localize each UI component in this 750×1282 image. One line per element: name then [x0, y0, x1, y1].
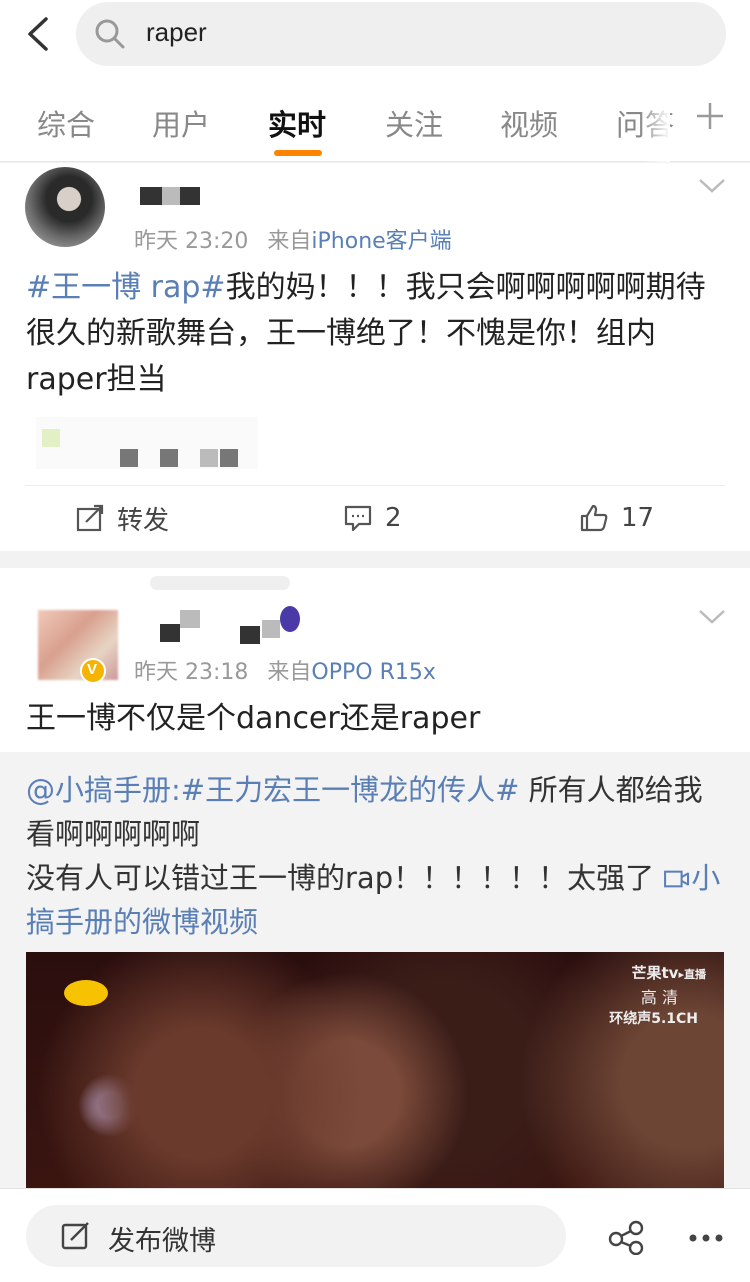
tab-video[interactable]: 视频: [500, 102, 558, 144]
compose-button[interactable]: 发布微博: [26, 1205, 566, 1267]
active-tab-indicator: [274, 150, 322, 156]
blurred-comment: [36, 417, 258, 469]
tab-following[interactable]: 关注: [385, 102, 443, 144]
repost-button[interactable]: 转发: [75, 500, 169, 536]
post-text: 王一博不仅是个dancer还是raper: [26, 701, 481, 736]
tab-realtime[interactable]: 实时: [268, 102, 326, 144]
video-player[interactable]: 芒果tv▸直播 高 清 环绕声5.1CH: [26, 952, 724, 1188]
avatar[interactable]: [25, 167, 105, 247]
from-label: 来自: [267, 229, 312, 254]
repost-label: 转发: [117, 505, 170, 536]
like-button[interactable]: 17: [579, 500, 654, 536]
watermark-brand-text: 芒果tv: [631, 964, 679, 982]
watermark-audio: 环绕声5.1CH: [609, 1011, 698, 1027]
share-icon[interactable]: [608, 1219, 644, 1255]
plus-icon[interactable]: [694, 100, 726, 132]
channel-logo-icon: [64, 980, 108, 1006]
more-icon[interactable]: [688, 1233, 724, 1243]
video-icon: [664, 870, 690, 888]
chevron-down-icon[interactable]: [698, 608, 726, 626]
thumbs-up-icon: [580, 504, 608, 532]
username-mask: [240, 626, 260, 644]
compose-label: 发布微博: [108, 1226, 216, 1257]
repost-icon: [76, 504, 104, 532]
hashtag-link[interactable]: #王力宏王一博龙的传人#: [181, 773, 520, 807]
watermark-brand: 芒果tv▸直播: [586, 962, 706, 983]
verified-badge-icon: [80, 658, 106, 684]
username-mask: [140, 187, 162, 205]
search-icon: [95, 19, 125, 49]
post-time: 昨天 23:20: [134, 229, 249, 254]
from-label: 来自: [267, 660, 312, 685]
watermark-live: ▸直播: [678, 968, 706, 981]
bottom-bar: 发布微博: [0, 1188, 750, 1282]
post-card[interactable]: 昨天 23:18 来自OPPO R15x 王一博不仅是个dancer还是rape…: [0, 568, 750, 1188]
mask-pixel: [160, 449, 178, 467]
post-actions: 转发 2 17: [25, 485, 725, 551]
filter-tabs: 综合 用户 实时 关注 视频 问答: [0, 78, 750, 162]
mask-pixel: [220, 449, 238, 467]
post-meta: 昨天 23:20 来自iPhone客户端: [134, 223, 452, 255]
chevron-down-icon[interactable]: [698, 177, 726, 195]
back-arrow-icon[interactable]: [22, 16, 58, 52]
mention-colon: :: [171, 773, 181, 807]
post-source[interactable]: OPPO R15x: [311, 660, 435, 685]
username-mask: [160, 624, 180, 642]
mask-pixel: [42, 429, 60, 447]
tab-comprehensive[interactable]: 综合: [37, 102, 95, 144]
search-query: raper: [146, 17, 207, 47]
watermark-quality: 高 清: [640, 988, 678, 1007]
username-mask: [262, 620, 280, 638]
avatar[interactable]: [38, 610, 118, 680]
blurred-header: [150, 576, 290, 590]
tab-users[interactable]: 用户: [152, 102, 210, 144]
post-card[interactable]: 昨天 23:20 来自iPhone客户端 #王一博 rap#我的妈！！！我只会啊…: [0, 163, 750, 551]
mask-pixel: [200, 449, 218, 467]
tab-fade: [640, 78, 670, 162]
post-source[interactable]: iPhone客户端: [311, 229, 451, 254]
edit-icon: [61, 1222, 89, 1250]
username-mask: [180, 610, 200, 628]
mention-link[interactable]: @小搞手册: [26, 773, 171, 807]
post-text: #王一博 rap#我的妈！！！我只会啊啊啊啊啊期待很久的新歌舞台，王一博绝了！不…: [26, 265, 726, 403]
post-time: 昨天 23:18: [134, 660, 249, 685]
repost-block[interactable]: @小搞手册:#王力宏王一博龙的传人# 所有人都给我看啊啊啊啊啊 没有人可以错过王…: [0, 752, 750, 1188]
username-mask: [180, 187, 200, 205]
comment-button[interactable]: 2: [343, 500, 402, 536]
hashtag-link[interactable]: #王一博 rap#: [26, 270, 226, 305]
search-input[interactable]: raper: [76, 2, 726, 66]
username-mask: [162, 187, 180, 205]
repost-text: @小搞手册:#王力宏王一博龙的传人# 所有人都给我看啊啊啊啊啊 没有人可以错过王…: [26, 768, 726, 944]
comment-count: 2: [385, 503, 402, 533]
post-meta: 昨天 23:18 来自OPPO R15x: [134, 654, 436, 686]
mask-pixel: [120, 449, 138, 467]
like-count: 17: [621, 503, 655, 533]
member-badge-icon: [280, 606, 300, 632]
comment-icon: [344, 505, 372, 532]
top-bar: raper: [0, 0, 750, 78]
